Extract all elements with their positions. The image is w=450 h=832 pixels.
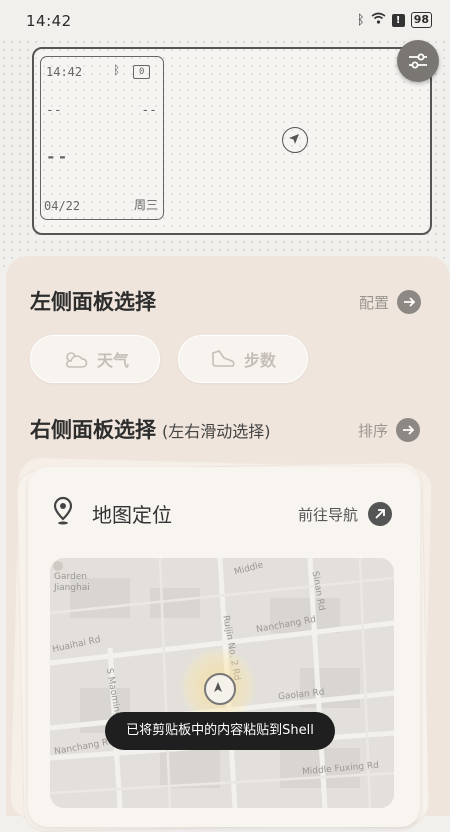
arrow-right-icon	[397, 290, 422, 314]
lcd-battery: 0	[133, 65, 151, 79]
right-panel-title-text: 右侧面板选择	[30, 418, 156, 442]
chip-steps-label: 步数	[243, 351, 276, 370]
arrow-right-icon	[396, 418, 421, 442]
lcd-time: 14:42	[46, 65, 83, 79]
map-label-garden2: Jianghai	[54, 583, 90, 593]
lcd-main-value: --	[46, 147, 70, 166]
sort-button[interactable]: 排序	[358, 418, 421, 442]
lcd-bluetooth-icon: ᛒ	[113, 63, 121, 77]
settings-filter-button[interactable]	[397, 40, 439, 82]
navigate-button[interactable]: 前往导航	[298, 502, 393, 526]
lcd-left-value: --	[46, 103, 62, 118]
configure-button[interactable]: 配置	[359, 290, 422, 314]
battery-indicator: 98	[410, 12, 432, 28]
left-panel-title: 左侧面板选择	[30, 290, 156, 314]
lcd-screen: 14:42 ᛒ 0 -- -- -- 04/22 周三	[40, 56, 164, 220]
lcd-right-value: --	[141, 103, 157, 118]
bluetooth-icon: ᛒ	[356, 12, 365, 28]
wifi-icon	[371, 12, 386, 28]
weather-icon	[66, 352, 88, 368]
current-location-marker	[204, 673, 236, 705]
location-pin-icon	[53, 496, 73, 525]
toast-message: 已将剪贴板中的内容粘贴到Shell	[105, 712, 335, 750]
sliders-icon	[409, 53, 427, 69]
lcd-weekday: 周三	[133, 198, 158, 212]
alert-icon: !	[391, 13, 405, 27]
map-card-title: 地图定位	[92, 503, 172, 527]
location-arrow-icon	[214, 682, 222, 692]
right-panel-subtitle: (左右滑动选择)	[162, 422, 271, 441]
chip-steps[interactable]: 步数	[178, 335, 308, 383]
navigate-label: 前往导航	[298, 505, 359, 524]
map-label-garden: Garden	[54, 572, 87, 582]
chip-weather[interactable]: 天气	[30, 335, 160, 383]
sort-label: 排序	[358, 421, 389, 440]
shoe-icon	[212, 350, 235, 367]
status-bar: 14:42 ᛒ ! 98	[0, 0, 450, 40]
arrow-up-right-icon	[368, 502, 393, 526]
status-time: 14:42	[26, 12, 72, 30]
configure-label: 配置	[359, 293, 390, 312]
lcd-date: 04/22	[44, 199, 81, 213]
right-panel-title: 右侧面板选择 (左右滑动选择)	[30, 414, 271, 444]
status-icons: ᛒ ! 98	[357, 12, 432, 28]
chip-weather-label: 天气	[96, 351, 129, 370]
navigation-arrow-icon	[282, 127, 308, 153]
